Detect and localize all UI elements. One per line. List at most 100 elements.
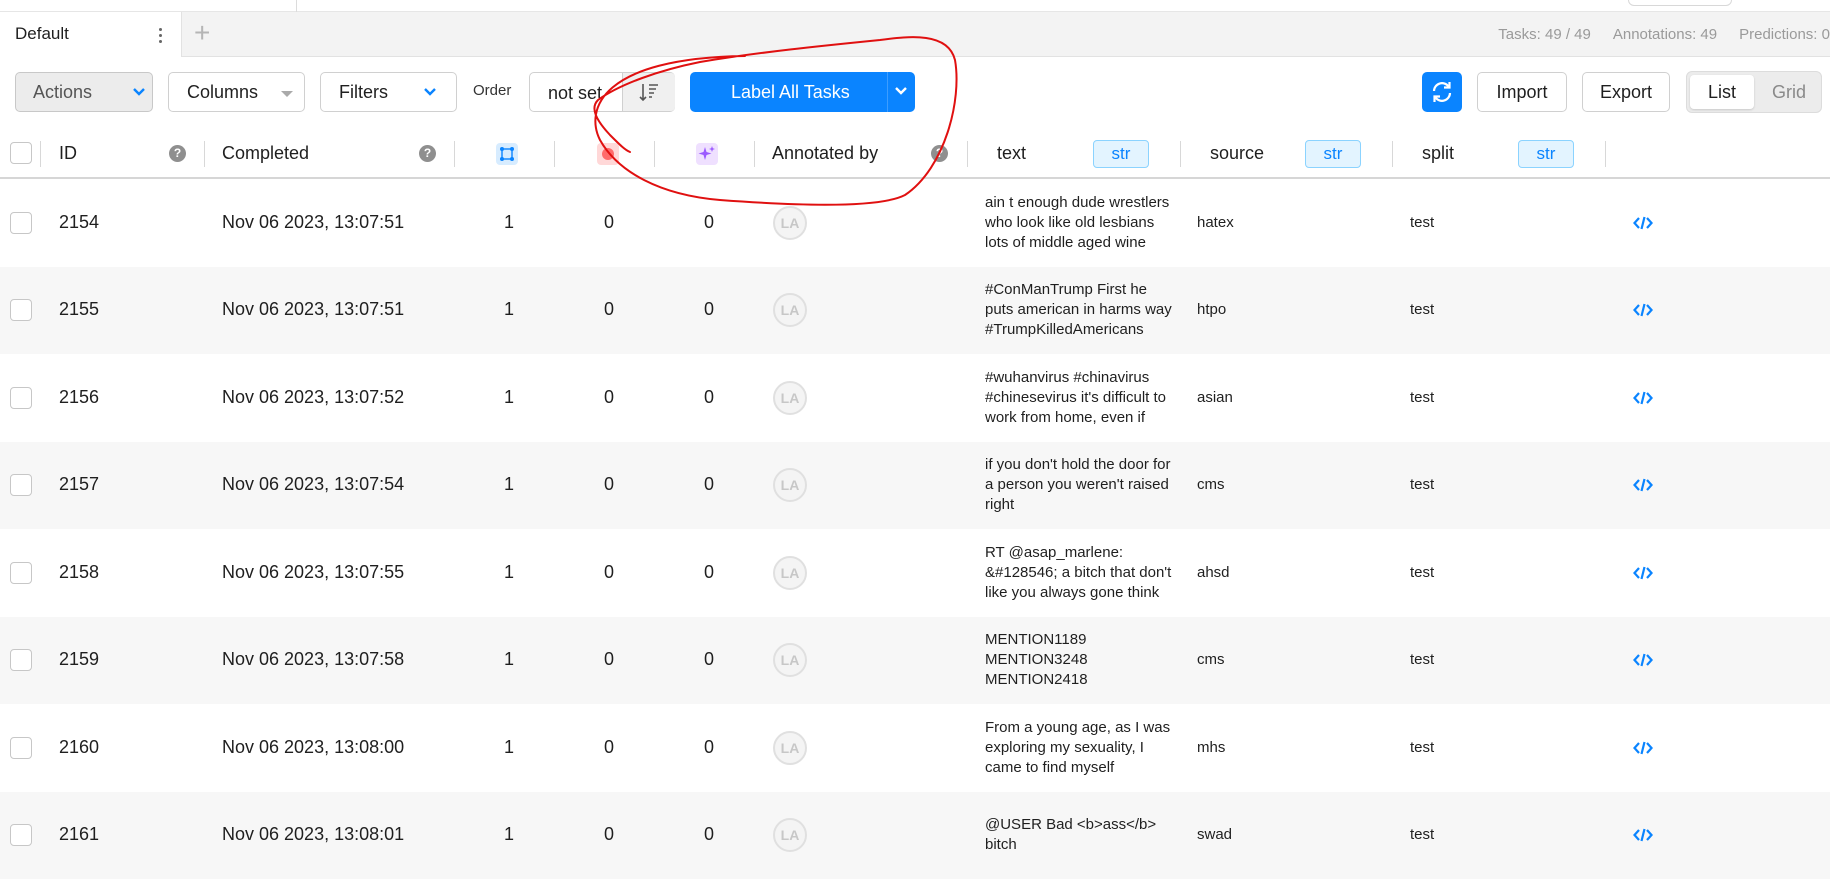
column-divider: [1392, 141, 1393, 167]
row-checkbox[interactable]: [10, 649, 32, 672]
cell-source: swad: [1197, 826, 1233, 844]
project-stats: Tasks: 49 / 49 Annotations: 49 Predictio…: [1498, 26, 1830, 43]
label-all-tasks-button[interactable]: Label All Tasks: [690, 72, 915, 112]
annotations-count-icon[interactable]: [496, 143, 518, 165]
text-line: like you always gone think: [985, 583, 1160, 601]
cell-id: 2158: [59, 561, 100, 582]
text-line: ain t enough dude wrestlers: [985, 193, 1170, 211]
chevron-down-icon: [424, 88, 436, 96]
text-line: #wuhanvirus #chinavirus: [985, 368, 1150, 386]
avatar: LA: [773, 205, 807, 240]
filters-label: Filters: [339, 81, 388, 102]
cell-text: if you don't hold the door for a person y…: [985, 455, 1175, 515]
export-button[interactable]: Export: [1582, 72, 1670, 112]
refresh-button[interactable]: [1422, 72, 1462, 112]
cell-annotations: 1: [503, 736, 514, 757]
code-icon[interactable]: [1633, 738, 1653, 758]
filters-button[interactable]: Filters: [320, 72, 457, 112]
cell-id: 2154: [59, 211, 100, 232]
header-completed[interactable]: Completed: [222, 129, 309, 177]
row-checkbox[interactable]: [10, 474, 32, 497]
code-icon[interactable]: [1633, 563, 1653, 583]
row-checkbox[interactable]: [10, 299, 32, 322]
avatar: LA: [773, 555, 807, 590]
export-label: Export: [1599, 81, 1653, 102]
actions-button[interactable]: Actions: [15, 72, 153, 112]
sort-icon: [639, 84, 658, 102]
code-icon[interactable]: [1633, 300, 1653, 320]
header-annotated-by[interactable]: Annotated by: [772, 129, 878, 177]
table-header: ID ? Completed ? Annotated by ? text str…: [0, 129, 1830, 179]
cell-predictions: 0: [703, 386, 714, 407]
annotations-count: Annotations: 49: [1612, 26, 1718, 43]
cell-cancelled: 0: [603, 736, 614, 757]
sort-direction-button[interactable]: [622, 73, 675, 111]
cell-completed: Nov 06 2023, 13:07:58: [222, 649, 405, 670]
cell-text: ain t enough dude wrestlers who look like…: [985, 193, 1175, 253]
header-split[interactable]: split: [1422, 129, 1454, 177]
text-line: #TrumpKilledAmericans: [985, 321, 1144, 339]
code-icon[interactable]: [1633, 825, 1653, 845]
column-divider: [1180, 141, 1181, 167]
table-row[interactable]: 2154 Nov 06 2023, 13:07:51 1 0 0 LA ain …: [0, 179, 1830, 267]
tab-label: Default: [15, 24, 69, 43]
text-line: MENTION3248: [985, 651, 1088, 669]
table-row[interactable]: 2161 Nov 06 2023, 13:08:01 1 0 0 LA @USE…: [0, 791, 1830, 879]
header-source[interactable]: source: [1210, 129, 1264, 177]
code-icon[interactable]: [1633, 213, 1653, 233]
table-row[interactable]: 2159 Nov 06 2023, 13:07:58 1 0 0 LA MENT…: [0, 616, 1830, 704]
table-row[interactable]: 2156 Nov 06 2023, 13:07:52 1 0 0 LA #wuh…: [0, 354, 1830, 442]
top-control[interactable]: [1628, 0, 1732, 6]
tab-default[interactable]: Default: [0, 12, 182, 57]
import-button[interactable]: Import: [1477, 72, 1567, 112]
cell-split: test: [1410, 388, 1435, 406]
select-all-checkbox[interactable]: [10, 142, 32, 164]
label-all-tasks-label: Label All Tasks: [731, 82, 850, 102]
table-row[interactable]: 2158 Nov 06 2023, 13:07:55 1 0 0 LA RT @…: [0, 529, 1830, 617]
cell-text: From a young age, as I was exploring my s…: [985, 718, 1175, 778]
help-icon[interactable]: ?: [169, 145, 186, 162]
cell-predictions: 0: [703, 474, 714, 495]
row-checkbox[interactable]: [10, 824, 32, 847]
code-icon[interactable]: [1633, 650, 1653, 670]
cell-annotations: 1: [503, 211, 514, 232]
table-row[interactable]: 2155 Nov 06 2023, 13:07:51 1 0 0 LA #Con…: [0, 266, 1830, 354]
code-icon[interactable]: [1633, 388, 1653, 408]
cell-cancelled: 0: [603, 561, 614, 582]
columns-label: Columns: [187, 81, 259, 102]
add-tab-button[interactable]: +: [194, 18, 210, 48]
header-id[interactable]: ID: [59, 129, 77, 177]
predictions-count-icon[interactable]: [696, 143, 718, 165]
chevron-down-icon[interactable]: [894, 86, 908, 96]
column-divider: [654, 141, 655, 167]
columns-button[interactable]: Columns: [168, 72, 305, 112]
header-text[interactable]: text: [997, 129, 1026, 177]
tab-more-icon[interactable]: [152, 23, 168, 47]
text-line: bitch: [985, 836, 1017, 854]
order-select[interactable]: not set: [529, 72, 675, 112]
column-divider: [554, 141, 555, 167]
cell-id: 2161: [59, 824, 100, 845]
help-icon[interactable]: ?: [931, 145, 948, 162]
column-divider: [204, 141, 205, 167]
column-divider: [754, 141, 755, 167]
caret-down-icon: [281, 91, 293, 97]
cancelled-count-icon[interactable]: [597, 143, 619, 165]
cell-split: test: [1410, 301, 1435, 319]
order-value: not set: [548, 83, 603, 103]
row-checkbox[interactable]: [10, 386, 32, 409]
row-checkbox[interactable]: [10, 211, 32, 234]
table-row[interactable]: 2160 Nov 06 2023, 13:08:00 1 0 0 LA From…: [0, 704, 1830, 792]
avatar: LA: [773, 818, 807, 853]
row-checkbox[interactable]: [10, 561, 32, 584]
avatar: LA: [773, 380, 807, 415]
cell-source: cms: [1197, 651, 1225, 669]
table-row[interactable]: 2157 Nov 06 2023, 13:07:54 1 0 0 LA if y…: [0, 441, 1830, 529]
row-checkbox[interactable]: [10, 736, 32, 759]
view-toggle: List Grid: [1686, 71, 1822, 113]
text-line: #chinesevirus it's difficult to: [985, 388, 1167, 406]
code-icon[interactable]: [1633, 475, 1653, 495]
list-view-button[interactable]: List: [1690, 75, 1754, 109]
grid-view-button[interactable]: Grid: [1759, 75, 1819, 109]
help-icon[interactable]: ?: [419, 145, 436, 162]
